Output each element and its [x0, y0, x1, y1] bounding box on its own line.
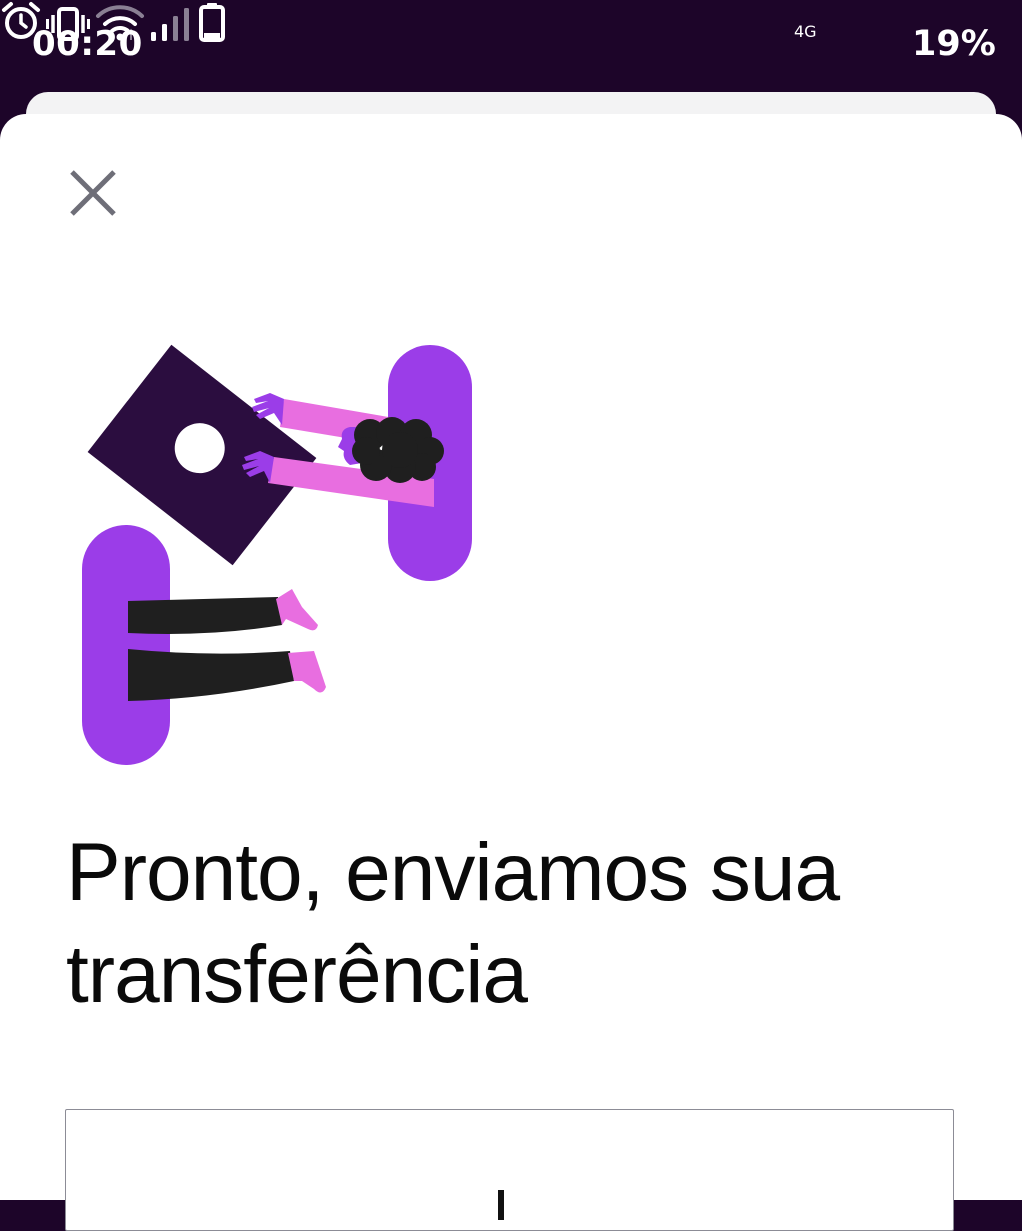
close-button[interactable] — [58, 158, 130, 230]
bottom-portal-shape — [82, 525, 170, 765]
cell-signal-icon — [151, 8, 190, 41]
close-icon — [70, 170, 116, 216]
battery-icon — [198, 3, 225, 42]
lower-foot — [288, 651, 326, 693]
battery-percentage: 19% — [912, 24, 996, 64]
transfer-details-glyph — [498, 1190, 504, 1220]
transfer-details-card[interactable] — [65, 1109, 954, 1231]
upper-foot — [276, 589, 318, 631]
status-time: 00:20 — [32, 24, 143, 64]
status-bar: 00:20 4G 19% — [0, 0, 1022, 96]
upper-leg — [128, 597, 282, 634]
lower-leg — [128, 649, 294, 701]
network-type-label: 4G — [794, 22, 817, 41]
confirmation-headline: Pronto, enviamos sua transferência — [66, 827, 840, 1020]
transfer-illustration — [82, 344, 472, 765]
